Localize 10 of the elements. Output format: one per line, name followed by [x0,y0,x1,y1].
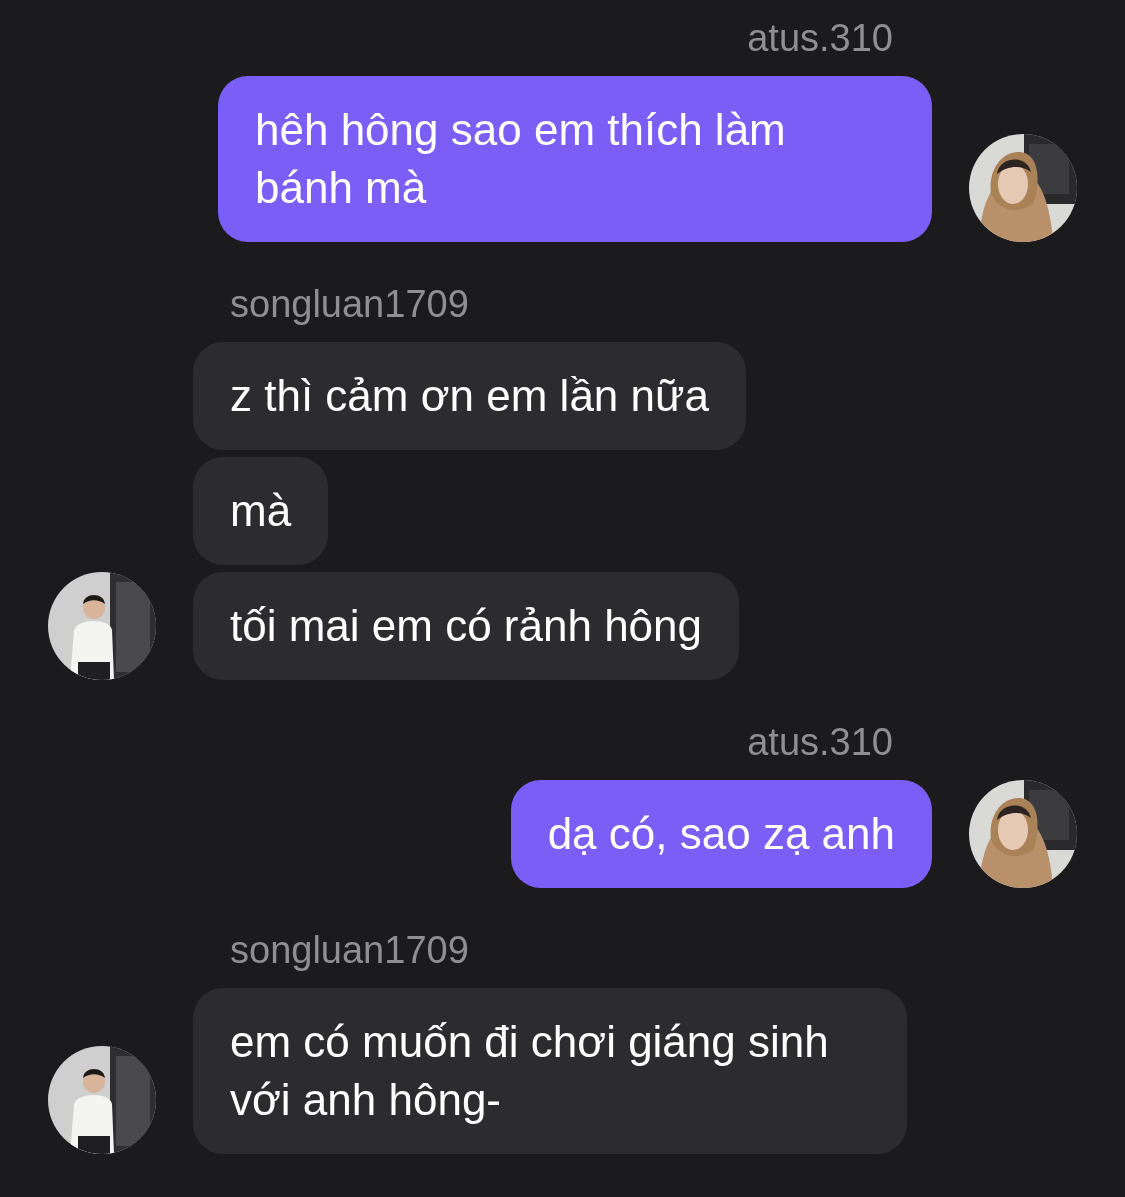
message-bubble: mà [193,457,329,565]
message-bubble: dạ có, sao zạ anh [510,780,932,888]
sender-name: atus.310 [747,16,893,61]
sender-name: atus.310 [747,720,893,765]
message-bubble: em có muốn đi chơi giáng sinh với anh hông- [193,988,907,1154]
message-bubble: tối mai em có rảnh hông [193,572,740,680]
sender-name: songluan1709 [230,282,469,327]
message-bubble: hêh hông sao em thích làm bánh mà [218,76,932,242]
sender-name: songluan1709 [230,928,469,973]
message-bubble: z thì cảm ơn em lần nữa [193,342,746,450]
